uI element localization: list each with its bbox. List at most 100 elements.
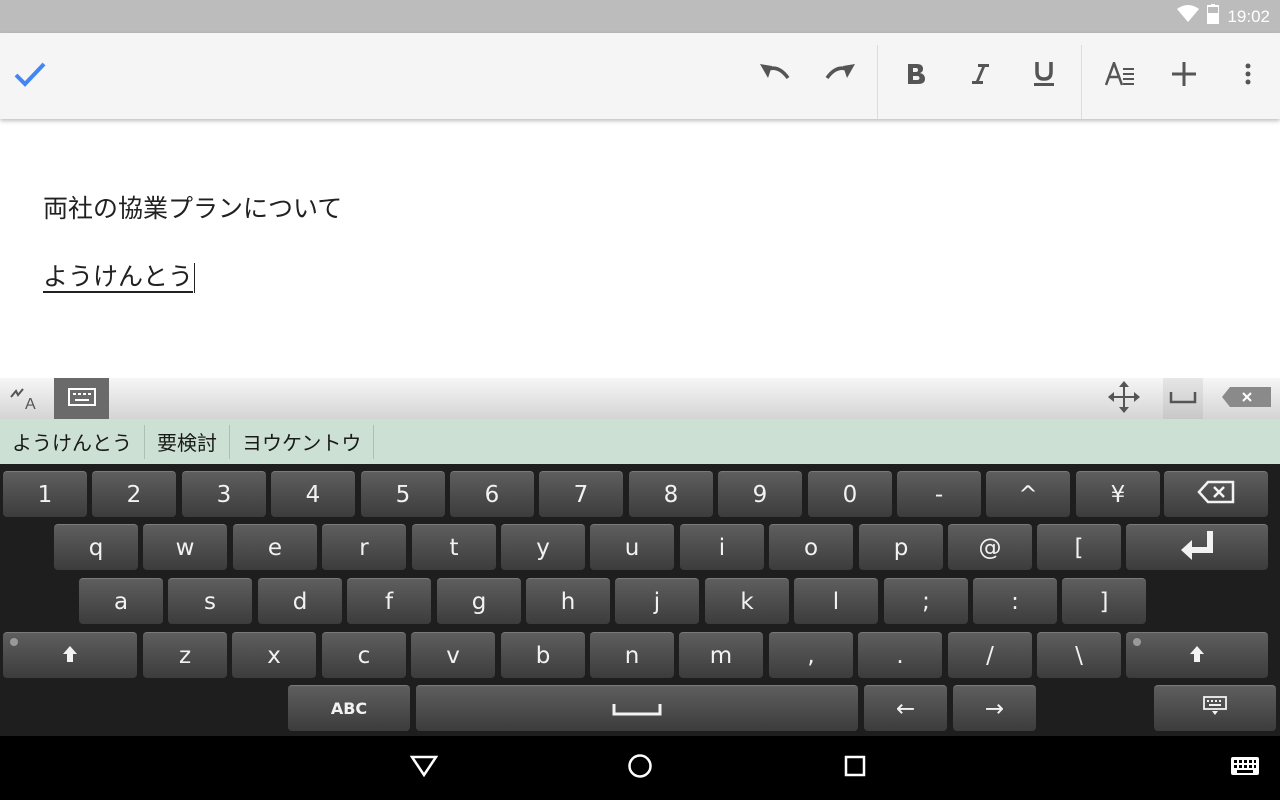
shift-key-left[interactable] <box>3 632 137 678</box>
text-format-button[interactable] <box>1090 33 1150 119</box>
keyboard-switch-icon <box>1231 757 1259 779</box>
key-4-2[interactable]: x <box>232 632 316 678</box>
key-1-11[interactable]: - <box>897 471 981 517</box>
space-toggle-button[interactable] <box>1163 378 1203 419</box>
key-2-8[interactable]: i <box>680 524 764 570</box>
key-4-1[interactable]: z <box>143 632 227 678</box>
overflow-menu-button[interactable] <box>1218 33 1278 119</box>
space-key[interactable] <box>416 685 858 731</box>
key-2-3[interactable]: e <box>233 524 317 570</box>
navigation-bar <box>0 736 1280 800</box>
keyboard-mode-button[interactable] <box>54 378 109 419</box>
shift-indicator <box>1133 638 1141 646</box>
enter-key[interactable] <box>1126 524 1268 570</box>
redo-button[interactable] <box>810 33 870 119</box>
key-4-8[interactable]: , <box>769 632 853 678</box>
key-4-4[interactable]: v <box>411 632 495 678</box>
shift-icon <box>62 643 78 669</box>
status-bar: 19:02 <box>0 0 1280 33</box>
document-line-composing[interactable]: ようけんとう <box>43 257 196 293</box>
recents-icon <box>844 755 866 781</box>
battery-icon <box>1206 4 1221 29</box>
key-4-3[interactable]: c <box>322 632 406 678</box>
recents-button[interactable] <box>825 736 885 800</box>
key-1-1[interactable]: 1 <box>3 471 87 517</box>
key-3-6[interactable]: h <box>526 578 610 624</box>
key-2-5[interactable]: t <box>412 524 496 570</box>
key-1-8[interactable]: 8 <box>629 471 713 517</box>
back-icon <box>409 755 439 781</box>
key-1-7[interactable]: 7 <box>539 471 623 517</box>
key-4-10[interactable]: / <box>948 632 1032 678</box>
shift-key-right[interactable] <box>1126 632 1268 678</box>
key-1-2[interactable]: 2 <box>92 471 176 517</box>
key-3-10[interactable]: ; <box>884 578 968 624</box>
redo-icon <box>823 62 857 90</box>
key-3-2[interactable]: s <box>168 578 252 624</box>
shift-icon <box>1189 643 1205 669</box>
key-2-10[interactable]: p <box>859 524 943 570</box>
underline-icon <box>1033 61 1055 91</box>
arrow-left-key[interactable]: ← <box>864 685 947 731</box>
candidate-item[interactable]: ヨウケントウ <box>230 424 375 459</box>
key-1-3[interactable]: 3 <box>182 471 266 517</box>
key-3-8[interactable]: k <box>705 578 789 624</box>
key-4-11[interactable]: \ <box>1037 632 1121 678</box>
key-2-4[interactable]: r <box>322 524 406 570</box>
space-icon <box>612 696 662 722</box>
key-1-4[interactable]: 4 <box>271 471 355 517</box>
key-2-12[interactable]: [ <box>1037 524 1121 570</box>
handwriting-icon: A <box>9 383 43 415</box>
key-3-12[interactable]: ] <box>1062 578 1146 624</box>
key-1-10[interactable]: 0 <box>808 471 892 517</box>
add-icon <box>1172 62 1196 90</box>
key-4-7[interactable]: m <box>679 632 763 678</box>
add-button[interactable] <box>1154 33 1214 119</box>
key-3-11[interactable]: : <box>973 578 1057 624</box>
key-3-4[interactable]: f <box>347 578 431 624</box>
key-1-13[interactable]: ¥ <box>1076 471 1160 517</box>
clock: 19:02 <box>1227 6 1270 26</box>
home-button[interactable] <box>610 736 670 800</box>
hide-keyboard-key[interactable] <box>1154 685 1276 731</box>
key-3-3[interactable]: d <box>258 578 342 624</box>
abc-key[interactable]: ABC <box>288 685 410 731</box>
bold-button[interactable] <box>886 33 946 119</box>
key-2-9[interactable]: o <box>769 524 853 570</box>
key-2-1[interactable]: q <box>54 524 138 570</box>
candidate-item[interactable]: 要検討 <box>145 424 230 459</box>
space-icon <box>1169 389 1197 408</box>
underline-button[interactable] <box>1014 33 1074 119</box>
italic-button[interactable] <box>950 33 1010 119</box>
key-1-5[interactable]: 5 <box>361 471 445 517</box>
key-2-7[interactable]: u <box>590 524 674 570</box>
move-keyboard-button[interactable] <box>1100 378 1148 419</box>
close-keyboard-button[interactable] <box>1220 378 1272 419</box>
key-4-9[interactable]: . <box>858 632 942 678</box>
key-1-9[interactable]: 9 <box>718 471 802 517</box>
keyboard-switch-button[interactable] <box>1215 736 1275 800</box>
handwriting-button[interactable]: A <box>0 378 52 419</box>
key-3-1[interactable]: a <box>79 578 163 624</box>
hide-keyboard-icon <box>1203 695 1227 722</box>
key-4-6[interactable]: n <box>590 632 674 678</box>
move-icon <box>1107 380 1141 418</box>
candidate-item[interactable]: ようけんとう <box>0 424 145 459</box>
key-3-7[interactable]: j <box>615 578 699 624</box>
backspace-key[interactable] <box>1164 471 1268 517</box>
key-2-6[interactable]: y <box>501 524 585 570</box>
undo-button[interactable] <box>745 33 805 119</box>
key-3-9[interactable]: l <box>794 578 878 624</box>
done-button[interactable] <box>0 33 60 119</box>
key-2-11[interactable]: @ <box>948 524 1032 570</box>
document-body[interactable]: 両社の協業プランについて ようけんとう <box>0 119 1280 378</box>
key-4-5[interactable]: b <box>501 632 585 678</box>
enter-icon <box>1179 529 1215 567</box>
document-line[interactable]: 両社の協業プランについて <box>43 189 342 225</box>
back-button[interactable] <box>394 736 454 800</box>
key-1-6[interactable]: 6 <box>450 471 534 517</box>
arrow-right-key[interactable]: → <box>953 685 1036 731</box>
key-2-2[interactable]: w <box>143 524 227 570</box>
key-1-12[interactable]: ^ <box>986 471 1070 517</box>
key-3-5[interactable]: g <box>437 578 521 624</box>
